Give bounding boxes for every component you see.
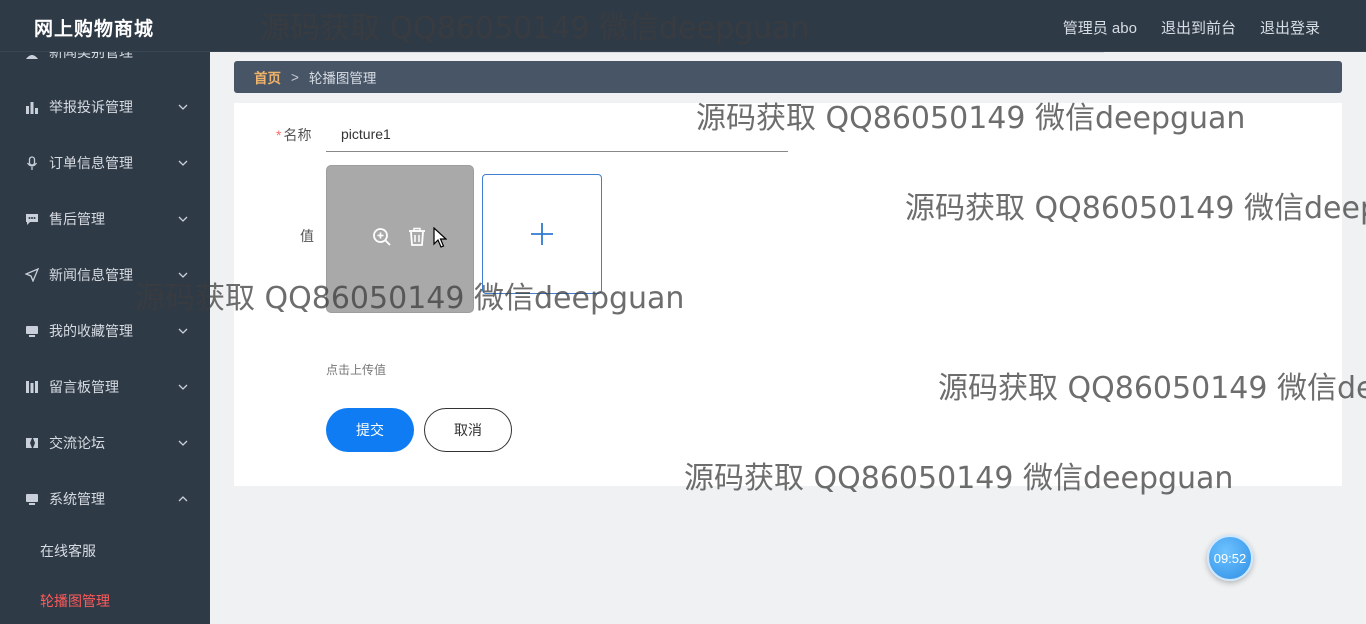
sidebar-item-after-sales[interactable]: 售后管理 [0, 191, 210, 247]
sidebar-item-news-category[interactable]: 新闻类别管理 [0, 52, 210, 80]
microphone-icon [25, 156, 39, 170]
chevron-down-icon [178, 384, 188, 390]
required-mark: * [276, 127, 282, 143]
chevron-down-icon [178, 272, 188, 278]
sidebar-item-label: 交流论坛 [49, 435, 105, 451]
bar-chart-icon [25, 100, 39, 114]
chevron-down-icon [178, 216, 188, 222]
chat-icon [25, 212, 39, 226]
chevron-down-icon [178, 160, 188, 166]
sidebar-item-label: 我的收藏管理 [49, 323, 133, 339]
sidebar-subitem-label: 轮播图管理 [40, 593, 110, 609]
sidebar-subitem-label: 在线客服 [40, 543, 96, 559]
send-icon [25, 268, 39, 282]
top-links: 管理员 abo 退出到前台 退出登录 [1063, 17, 1320, 38]
sidebar-item-label: 系统管理 [49, 491, 105, 507]
uploaded-image-thumbnail [326, 165, 474, 313]
sidebar-item-report-complaints[interactable]: 举报投诉管理 [0, 79, 210, 135]
chevron-down-icon [178, 440, 188, 446]
sidebar-item-label: 订单信息管理 [49, 155, 133, 171]
breadcrumb: 首页 > 轮播图管理 [234, 61, 1342, 93]
floating-clock-button[interactable]: 09:52 [1207, 535, 1253, 581]
form-panel: *名称 值 点击上传值 提交 取消 [234, 103, 1342, 486]
breadcrumb-home[interactable]: 首页 [254, 67, 281, 87]
sidebar-item-system[interactable]: 系统管理 [0, 471, 210, 527]
sidebar-subitem-online-service[interactable]: 在线客服 [0, 529, 210, 573]
sidebar-item-label: 新闻类别管理 [49, 52, 133, 60]
chevron-down-icon [178, 104, 188, 110]
exit-to-frontend-link[interactable]: 退出到前台 [1161, 17, 1236, 38]
zoom-in-icon[interactable] [371, 226, 393, 248]
sidebar-item-message-board[interactable]: 留言板管理 [0, 359, 210, 415]
sidebar-item-orders[interactable]: 订单信息管理 [0, 135, 210, 191]
plus-icon [531, 223, 553, 245]
top-bar: 网上购物商城 管理员 abo 退出到前台 退出登录 [0, 0, 1366, 52]
user-icon [25, 52, 39, 59]
sidebar-item-label: 售后管理 [49, 211, 105, 227]
header-divider [240, 52, 1104, 53]
name-label-text: 名称 [283, 127, 312, 143]
sidebar-item-forum[interactable]: 交流论坛 [0, 415, 210, 471]
sidebar-item-label: 留言板管理 [49, 379, 119, 395]
upload-hint: 点击上传值 [326, 363, 387, 377]
sidebar-subitem-carousel[interactable]: 轮播图管理 [0, 579, 210, 623]
sidebar-item-favorites[interactable]: 我的收藏管理 [0, 303, 210, 359]
chevron-down-icon [178, 328, 188, 334]
monitor-icon [25, 492, 39, 506]
sidebar-item-label: 新闻信息管理 [49, 267, 133, 283]
breadcrumb-separator: > [291, 69, 299, 85]
breadcrumb-current: 轮播图管理 [308, 71, 377, 86]
name-field-label: * 名称 [276, 125, 311, 145]
name-field[interactable] [326, 117, 788, 152]
upload-button[interactable] [482, 174, 602, 294]
monitor-icon [25, 324, 39, 338]
forum-icon [25, 436, 39, 450]
delete-icon[interactable] [406, 226, 428, 248]
chevron-up-icon [178, 496, 188, 502]
admin-user-link[interactable]: 管理员 abo [1063, 17, 1137, 38]
sidebar-item-label: 举报投诉管理 [49, 99, 133, 115]
submit-button[interactable]: 提交 [326, 408, 414, 452]
sidebar: 新闻类别管理 举报投诉管理 订单信息管理 售后管理 新闻信息管理 我的收藏管理 [0, 52, 210, 624]
app-title: 网上购物商城 [34, 19, 155, 40]
value-field-label: 值 [300, 228, 314, 244]
cancel-button[interactable]: 取消 [424, 408, 512, 452]
logout-link[interactable]: 退出登录 [1260, 17, 1320, 38]
columns-icon [25, 380, 39, 394]
sidebar-item-news[interactable]: 新闻信息管理 [0, 247, 210, 303]
